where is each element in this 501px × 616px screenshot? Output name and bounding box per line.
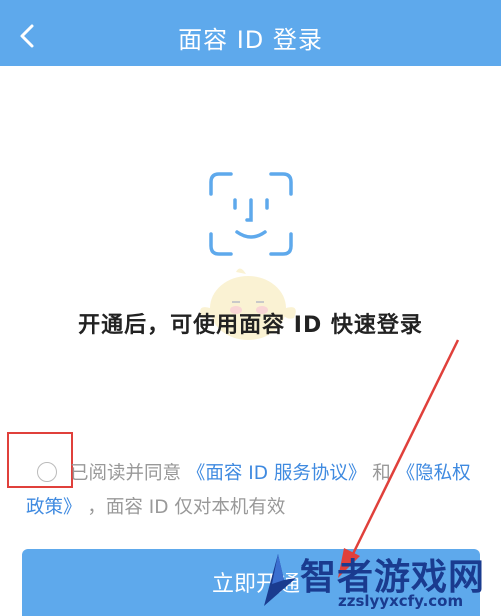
face-id-icon xyxy=(209,172,293,256)
service-agreement-link[interactable]: 《面容 ID 服务协议》 xyxy=(187,463,366,484)
agreement-text: 已阅读并同意 《面容 ID 服务协议》 和 《隐私权政策》 ，面容 ID 仅对本… xyxy=(26,457,482,525)
intro-text: 开通后，可使用面容 ID 快速登录 xyxy=(78,313,423,338)
agreement-suffix: ，面容 ID 仅对本机有效 xyxy=(87,497,286,518)
agreement-and: 和 xyxy=(372,463,391,484)
agreement-prefix: 已阅读并同意 xyxy=(70,463,182,484)
title-bar: 面容 ID 登录 xyxy=(0,0,501,66)
watermark-url: zzslyyxcfy.com xyxy=(338,592,464,610)
watermark-logo xyxy=(264,554,296,606)
page-title: 面容 ID 登录 xyxy=(178,26,323,54)
